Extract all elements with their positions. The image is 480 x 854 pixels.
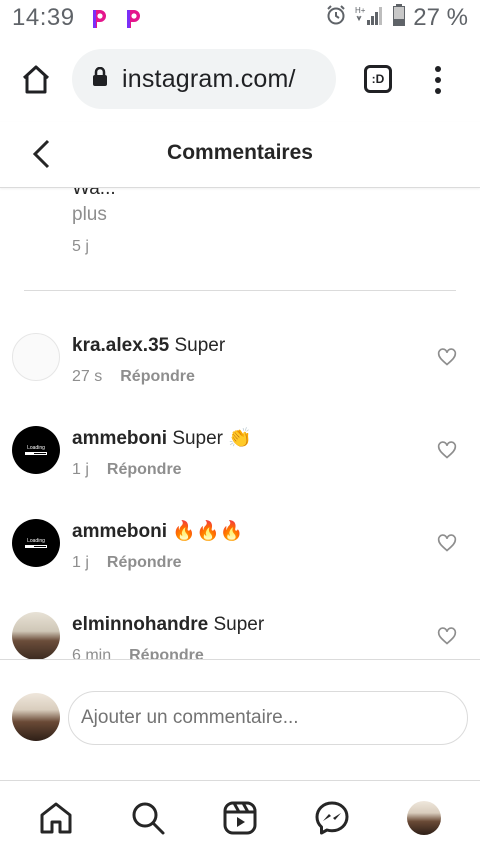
search-icon	[132, 802, 165, 835]
comment-time: 1 j	[72, 461, 89, 478]
home-button[interactable]	[20, 64, 52, 96]
caption-more-link[interactable]: plus	[72, 204, 107, 226]
messenger-icon	[315, 801, 349, 835]
heart-icon	[437, 441, 457, 459]
comment-item: elminnohandre Super 6 min Répondre	[0, 612, 480, 659]
caption-text: Wa...	[72, 188, 116, 199]
network-signal-icon: H+	[355, 4, 385, 33]
heart-icon	[437, 348, 457, 366]
reels-icon	[223, 801, 257, 835]
comment-text: ammeboni Super 👏	[72, 426, 252, 452]
heart-icon	[437, 534, 457, 552]
picsart-notification-icon	[89, 8, 109, 28]
status-indicators: H+ 27 %	[325, 3, 468, 33]
comment-input[interactable]	[81, 707, 467, 729]
comment-time: 1 j	[72, 554, 89, 571]
nav-profile[interactable]	[405, 799, 443, 837]
like-button[interactable]	[437, 347, 457, 367]
comment-meta: 1 j Répondre	[72, 554, 182, 572]
alarm-icon	[325, 4, 347, 33]
avatar[interactable]: Loading	[12, 426, 60, 474]
avatar[interactable]	[12, 333, 60, 381]
comment-composer	[0, 659, 480, 781]
nav-home[interactable]	[37, 799, 75, 837]
reply-button[interactable]: Répondre	[107, 461, 182, 479]
comment-item: kra.alex.35 Super 27 s Répondre	[0, 333, 480, 413]
menu-dot	[435, 66, 441, 72]
picsart-notification-icon	[123, 8, 143, 28]
tab-switcher-label: :D	[371, 72, 385, 86]
tab-switcher-button[interactable]: :D	[364, 65, 392, 93]
home-icon	[40, 802, 72, 834]
comment-text: elminnohandre Super	[72, 612, 264, 638]
comment-time: 6 min	[72, 647, 112, 659]
comment-item: Loading ammeboni Super 👏 1 j Répondre	[0, 426, 480, 506]
comment-body: Super 👏	[172, 428, 252, 449]
comment-text: kra.alex.35 Super	[72, 333, 225, 359]
status-time: 14:39	[12, 4, 75, 31]
reply-button[interactable]: Répondre	[107, 554, 182, 572]
like-button[interactable]	[437, 626, 457, 646]
address-bar[interactable]: instagram.com/	[72, 49, 336, 109]
avatar-loading-bar	[25, 452, 47, 455]
comment-meta: 27 s Répondre	[72, 368, 195, 386]
comments-header: Commentaires	[0, 122, 480, 188]
avatar[interactable]: Loading	[12, 519, 60, 567]
comment-meta: 1 j Répondre	[72, 461, 182, 479]
browser-toolbar: instagram.com/ :D	[0, 36, 480, 122]
home-icon	[22, 65, 50, 94]
comment-body: Super	[213, 614, 265, 635]
comment-username[interactable]: elminnohandre	[72, 614, 208, 635]
page-title: Commentaires	[167, 141, 313, 164]
bottom-navigation	[0, 781, 480, 854]
reply-button[interactable]: Répondre	[129, 647, 204, 659]
like-button[interactable]	[437, 440, 457, 460]
current-user-avatar	[12, 693, 60, 741]
avatar-loading-text: Loading	[27, 538, 45, 544]
lock-icon	[92, 66, 108, 92]
battery-icon	[393, 3, 406, 33]
menu-dot	[435, 88, 441, 94]
comment-time: 27 s	[72, 368, 103, 385]
menu-dot	[435, 77, 441, 83]
overflow-menu-button[interactable]	[427, 64, 449, 96]
comment-meta: 6 min Répondre	[72, 647, 204, 659]
comment-body: Super	[174, 335, 226, 356]
nav-search[interactable]	[129, 799, 167, 837]
heart-icon	[437, 627, 457, 645]
comment-username[interactable]: ammeboni	[72, 521, 167, 542]
comment-body: 🔥🔥🔥	[172, 521, 244, 542]
nav-messenger[interactable]	[313, 799, 351, 837]
comment-text: ammeboni 🔥🔥🔥	[72, 519, 243, 545]
svg-text:H+: H+	[355, 6, 366, 15]
comment-item: Loading ammeboni 🔥🔥🔥 1 j Répondre	[0, 519, 480, 599]
comment-username[interactable]: kra.alex.35	[72, 335, 169, 356]
comment-username[interactable]: ammeboni	[72, 428, 167, 449]
status-bar: 14:39 H+ 27 %	[0, 0, 480, 36]
nav-reels[interactable]	[221, 799, 259, 837]
like-button[interactable]	[437, 533, 457, 553]
reply-button[interactable]: Répondre	[120, 368, 195, 386]
profile-avatar	[407, 801, 441, 835]
avatar-loading-bar	[25, 545, 47, 548]
comments-list[interactable]: Wa... plus 5 j kra.alex.35 Super 27 s Ré…	[0, 188, 480, 659]
comment-input-box[interactable]	[68, 691, 468, 745]
avatar-loading-text: Loading	[27, 445, 45, 451]
avatar[interactable]	[12, 612, 60, 659]
caption-time: 5 j	[72, 238, 89, 255]
divider	[24, 290, 456, 291]
url-text: instagram.com/	[122, 64, 296, 93]
battery-percent: 27 %	[413, 4, 468, 31]
